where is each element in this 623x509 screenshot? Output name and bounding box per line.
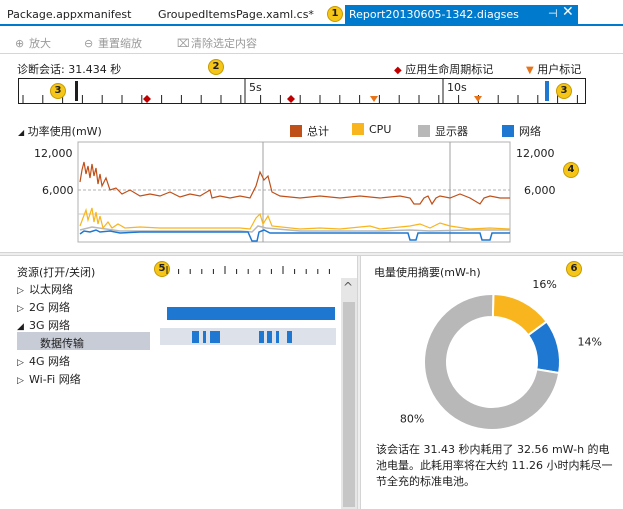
callout-badge: 1 xyxy=(327,6,343,22)
diamond-marker-icon: ◆ xyxy=(394,65,402,76)
expand-triangle-icon[interactable]: ▷ xyxy=(17,304,29,314)
transfer-segment xyxy=(287,331,292,343)
legend-swatch xyxy=(290,125,302,137)
lifecycle-marker[interactable] xyxy=(287,95,295,103)
toolbar: ⊕ 放大 ⊖ 重置缩放 ⌧清除选定内容 xyxy=(0,28,623,54)
vertical-splitter[interactable] xyxy=(357,256,361,509)
y-tick-right-12000: 12,000 xyxy=(516,147,555,160)
reset-zoom-label: 重置缩放 xyxy=(98,37,142,50)
legend-network: 网络 xyxy=(502,123,541,139)
session-duration: 诊断会话: 31.434 秒 xyxy=(17,63,122,76)
legend-swatch xyxy=(352,123,364,135)
tree-item-label: 4G 网络 xyxy=(29,355,71,368)
callout-badge: 2 xyxy=(208,59,224,75)
tree-item-wifi[interactable]: ▷ Wi-Fi 网络 xyxy=(17,371,81,387)
close-icon[interactable]: ✕ xyxy=(562,4,574,20)
zoom-in-button[interactable]: ⊕ 放大 xyxy=(15,35,51,51)
user-marker[interactable] xyxy=(370,96,378,102)
legend-total: 总计 xyxy=(290,123,329,139)
energy-summary-text: 该会话在 31.43 秒内耗用了 32.56 mW-h 的电池电量。此耗用率将在… xyxy=(376,443,613,488)
callout-badge: 6 xyxy=(566,261,582,277)
clear-selection-icon: ⌧ xyxy=(177,37,190,50)
callout-badge: 3 xyxy=(50,83,66,99)
power-usage-chart[interactable]: 12,000 6,000 12,000 6,000 xyxy=(0,140,623,252)
tree-item-label: 3G 网络 xyxy=(29,319,71,332)
resource-bar-3g xyxy=(167,307,335,320)
energy-summary-title: 电量使用摘要(mW-h) xyxy=(374,266,481,279)
transfer-segment xyxy=(267,331,272,343)
tree-item-3g[interactable]: ◢ 3G 网络 xyxy=(17,317,70,333)
expand-triangle-icon[interactable]: ▷ xyxy=(17,376,29,386)
lifecycle-marker[interactable] xyxy=(143,95,151,103)
ruler-label-5s: 5s xyxy=(249,81,262,94)
legend-user-label: 用户标记 xyxy=(537,63,582,76)
donut-label: 16% xyxy=(532,280,556,291)
scroll-up-icon[interactable]: ^ xyxy=(343,280,353,294)
tree-item-data-transfer[interactable]: 数据传输 xyxy=(40,335,84,351)
y-tick-left-12000: 12,000 xyxy=(34,147,73,160)
legend-cpu-label: CPU xyxy=(369,123,392,136)
tree-item-label: 数据传输 xyxy=(40,337,84,350)
ruler-label-10s: 10s xyxy=(447,81,467,94)
tree-item-label: 以太网络 xyxy=(29,283,73,296)
zoom-out-icon: ⊖ xyxy=(84,37,94,50)
pin-icon[interactable]: ⊣ xyxy=(548,7,558,20)
resource-row-selected xyxy=(160,328,336,345)
selection-start-handle[interactable] xyxy=(75,81,78,101)
timeline-ruler[interactable]: 5s 10s 3 3 xyxy=(18,78,586,104)
transfer-segment xyxy=(203,331,206,343)
transfer-segment xyxy=(210,331,220,343)
legend-total-label: 总计 xyxy=(307,125,329,138)
legend-display-label: 显示器 xyxy=(435,125,468,138)
y-tick-left-6000: 6,000 xyxy=(42,184,74,197)
expand-triangle-icon[interactable]: ▷ xyxy=(17,286,29,296)
callout-badge: 3 xyxy=(556,83,572,99)
tree-item-label: Wi-Fi 网络 xyxy=(29,373,81,386)
tree-item-2g[interactable]: ▷ 2G 网络 xyxy=(17,299,70,315)
tree-item-ethernet[interactable]: ▷ 以太网络 xyxy=(17,281,73,297)
power-usage-title[interactable]: ◢ 功率使用(mW) xyxy=(18,123,102,139)
document-tab-bar: Package.appxmanifest GroupedItemsPage.xa… xyxy=(0,0,623,26)
legend-swatch xyxy=(502,125,514,137)
user-marker[interactable] xyxy=(474,96,482,102)
clear-selection-label: 清除选定内容 xyxy=(191,37,257,50)
callout-badge: 4 xyxy=(563,162,579,178)
transfer-segment xyxy=(276,331,279,343)
legend-lifecycle-marker: ◆ 应用生命周期标记 xyxy=(394,61,493,77)
transfer-segment xyxy=(259,331,264,343)
triangle-marker-icon: ▼ xyxy=(526,65,534,76)
reset-zoom-button[interactable]: ⊖ 重置缩放 xyxy=(84,35,142,51)
power-usage-title-text: 功率使用(mW) xyxy=(27,125,102,138)
expand-triangle-icon[interactable]: ▷ xyxy=(17,358,29,368)
donut-label: 14% xyxy=(578,335,602,348)
tab-grouped-items-page[interactable]: GroupedItemsPage.xaml.cs* xyxy=(158,5,328,24)
collapse-triangle-icon[interactable]: ◢ xyxy=(17,322,29,332)
collapse-triangle-icon: ◢ xyxy=(18,128,25,137)
tree-item-4g[interactable]: ▷ 4G 网络 xyxy=(17,353,70,369)
clear-selection-button[interactable]: ⌧清除选定内容 xyxy=(177,35,257,51)
session-row: 诊断会话: 31.434 秒 2 ◆ 应用生命周期标记 ▼ 用户标记 xyxy=(0,56,623,78)
horizontal-splitter[interactable] xyxy=(0,252,623,256)
tab-package-appxmanifest[interactable]: Package.appxmanifest xyxy=(7,5,147,24)
energy-donut-chart: 16% 14% 80% xyxy=(400,280,602,431)
legend-cpu: CPU xyxy=(352,123,391,136)
selection-end-handle[interactable] xyxy=(545,81,549,101)
zoom-in-label: 放大 xyxy=(29,37,51,50)
legend-user-marker: ▼ 用户标记 xyxy=(526,61,581,77)
legend-swatch xyxy=(418,125,430,137)
legend-display: 显示器 xyxy=(418,123,468,139)
resources-title: 资源(打开/关闭) xyxy=(17,266,96,279)
tree-item-label: 2G 网络 xyxy=(29,301,71,314)
tab-report-diagses[interactable]: Report20130605-1342.diagses xyxy=(345,5,578,26)
legend-network-label: 网络 xyxy=(519,125,541,138)
power-usage-header: ◢ 功率使用(mW) 总计 CPU 显示器 网络 xyxy=(0,120,623,140)
legend-lifecycle-label: 应用生命周期标记 xyxy=(405,63,494,76)
scrollbar-thumb[interactable] xyxy=(343,302,355,507)
y-tick-right-6000: 6,000 xyxy=(524,184,556,197)
resources-timeline[interactable]: ^ xyxy=(155,258,357,509)
zoom-in-icon: ⊕ xyxy=(15,37,25,50)
donut-label: 80% xyxy=(400,412,424,425)
transfer-segment xyxy=(192,331,199,343)
timeline-ruler-svg: 5s 10s xyxy=(22,79,578,103)
